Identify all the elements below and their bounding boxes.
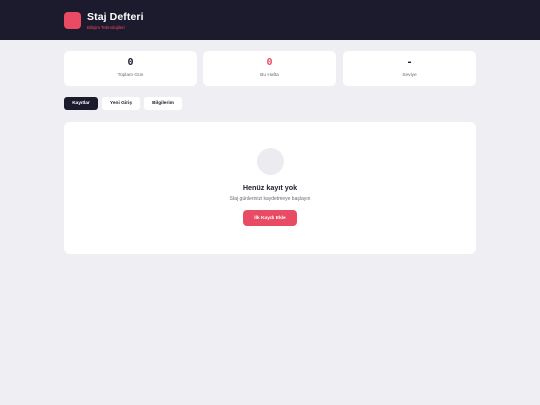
app-subtitle: Bilişim Teknolojileri (87, 25, 125, 30)
stat-label: Bu Hafta (260, 73, 279, 78)
empty-state-description: Staj günlerinizi kaydetmeye başlayın (229, 196, 311, 202)
stat-label: Toplam Gün (117, 73, 144, 78)
tab-my-info[interactable]: Bilgilerim (144, 97, 182, 110)
stat-card-this-week: 0 Bu Hafta (203, 51, 336, 86)
stat-card-total-days: 0 Toplam Gün (64, 51, 197, 86)
app-header: Staj Defteri Bilişim Teknolojileri (0, 0, 540, 40)
empty-state-icon (257, 148, 284, 175)
stat-label: Seviye (402, 73, 417, 78)
stat-value: 0 (127, 57, 134, 68)
stat-card-level: - Seviye (343, 51, 476, 86)
stat-value: - (406, 57, 413, 68)
app-logo-icon (64, 12, 81, 29)
empty-state-title: Henüz kayıt yok (242, 183, 298, 192)
tab-records[interactable]: Kayıtlar (64, 97, 98, 110)
app-title: Staj Defteri (87, 11, 144, 23)
records-panel: Henüz kayıt yok Staj günlerinizi kaydetm… (64, 122, 476, 254)
tab-new-entry[interactable]: Yeni Giriş (102, 97, 140, 110)
add-first-record-button[interactable]: İlk Kaydı Ekle (243, 210, 297, 226)
stat-value: 0 (266, 57, 273, 68)
